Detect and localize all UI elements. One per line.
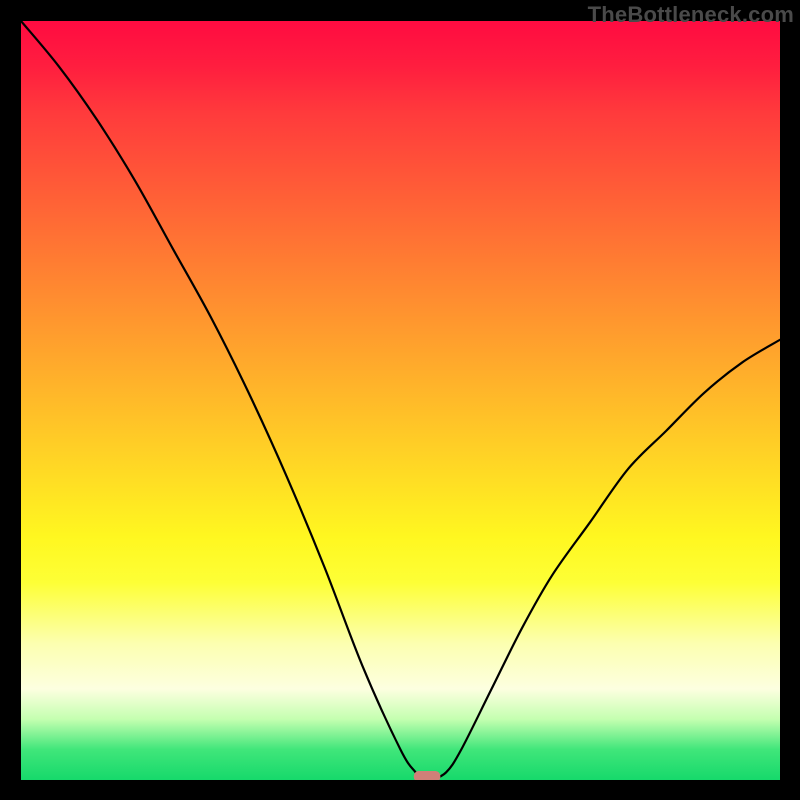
watermark-text: TheBottleneck.com [588, 2, 794, 28]
minimum-marker [414, 771, 441, 780]
chart-frame: TheBottleneck.com [0, 0, 800, 800]
curve-layer [21, 21, 780, 780]
plot-area [21, 21, 780, 780]
bottleneck-curve-path [21, 21, 780, 780]
